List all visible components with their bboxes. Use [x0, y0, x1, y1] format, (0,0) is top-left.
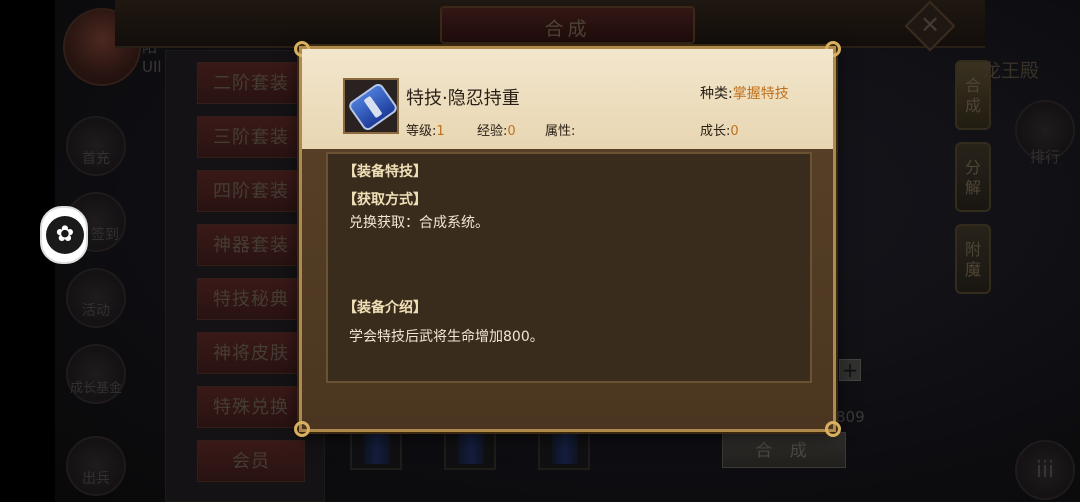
- item-icon: [343, 78, 400, 134]
- floating-assistant-button[interactable]: ✿: [40, 206, 88, 264]
- item-type-label: 种类:: [700, 86, 733, 102]
- level-stat: 等级:1: [406, 120, 445, 139]
- stat-label: 属性:: [545, 124, 576, 139]
- stat-value: 1: [436, 124, 445, 139]
- stat-label: 经验:: [477, 124, 508, 139]
- stat-value: 0: [730, 124, 739, 139]
- item-type: 种类:掌握特技: [700, 83, 789, 103]
- equip-skill-heading: 【装备特技】: [343, 164, 427, 180]
- assistant-icon: ✿: [46, 216, 84, 254]
- item-name: 特技·隐忍持重: [406, 88, 520, 109]
- item-type-value: 掌握特技: [732, 86, 789, 102]
- exp-stat: 经验:0: [477, 120, 516, 139]
- corner-ornament-icon: [294, 421, 310, 437]
- stat-value: 0: [507, 124, 516, 139]
- corner-ornament-icon: [825, 421, 841, 437]
- stat-label: 成长:: [700, 124, 731, 139]
- acquire-text: 兑换获取：合成系统。: [349, 215, 489, 231]
- intro-text: 学会特技后武将生命增加800。: [349, 329, 544, 345]
- item-header: 特技·隐忍持重 种类:掌握特技 等级:1 经验:0 属性: 成长:0: [302, 49, 833, 149]
- scroll-icon: [346, 81, 400, 133]
- stat-label: 等级:: [406, 124, 437, 139]
- item-detail-dialog: 特技·隐忍持重 种类:掌握特技 等级:1 经验:0 属性: 成长:0 【装备特技…: [294, 41, 841, 437]
- growth-stat: 成长:0: [700, 120, 739, 139]
- intro-heading: 【装备介绍】: [343, 300, 427, 316]
- attribute-stat: 属性:: [545, 120, 575, 139]
- item-description: 【装备特技】 【获取方式】 兑换获取：合成系统。 【装备介绍】 学会特技后武将生…: [326, 152, 812, 383]
- acquire-heading: 【获取方式】: [343, 192, 427, 208]
